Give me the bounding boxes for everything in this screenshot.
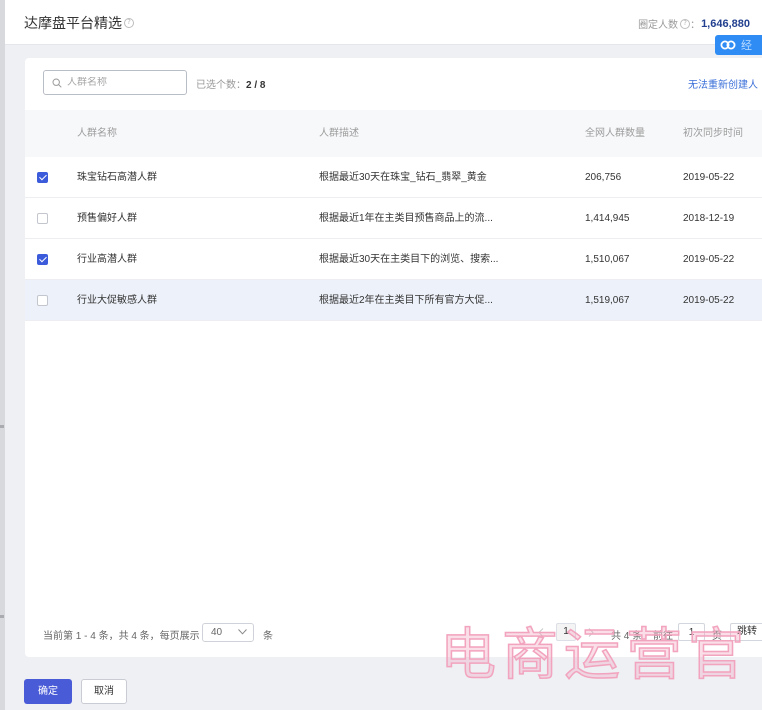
- column-header-desc: 人群描述: [319, 128, 359, 139]
- page-unit: 页: [712, 631, 722, 642]
- cancel-button[interactable]: 取消: [81, 679, 127, 704]
- crowd-count: 206,756: [585, 172, 622, 183]
- page-number-current[interactable]: 1: [556, 623, 576, 641]
- table-row[interactable]: 行业大促敏感人群 根据最近2年在主类目下所有官方大促... 1,519,067 …: [25, 280, 762, 321]
- row-checkbox[interactable]: [37, 254, 48, 265]
- crowd-sync-date: 2018-12-19: [683, 213, 735, 224]
- jump-button[interactable]: 跳转: [730, 623, 762, 641]
- pagination-summary: 当前第 1 - 4 条，共 4 条，每页展示: [43, 631, 200, 642]
- crowd-desc: 根据最近1年在主类目预售商品上的流...: [319, 213, 493, 224]
- picked-count: 已选个数：2 / 8: [196, 76, 265, 91]
- crowd-name: 预售偏好人群: [77, 213, 137, 224]
- crowd-selection-panel: 已选个数：2 / 8 无法重新创建人 人群名称 人群描述 全网人群数量 初次同步…: [25, 58, 762, 657]
- audience-value: 1,646,880: [701, 17, 750, 30]
- page-size-select[interactable]: 40: [202, 623, 254, 642]
- crowd-count: 1,414,945: [585, 213, 630, 224]
- chevron-left-icon[interactable]: [538, 628, 544, 637]
- crowd-sync-date: 2019-05-22: [683, 254, 735, 265]
- table-row[interactable]: 珠宝钻石高潜人群 根据最近30天在珠宝_钻石_翡翠_黄金 206,756 201…: [25, 157, 762, 198]
- search-input[interactable]: [67, 77, 177, 88]
- row-checkbox[interactable]: [37, 213, 48, 224]
- crowd-desc: 根据最近30天在珠宝_钻石_翡翠_黄金: [319, 172, 487, 183]
- audience-count: 圈定人数 ： 1,646,880: [638, 16, 750, 32]
- crowd-count: 1,519,067: [585, 295, 630, 306]
- recreate-crowd-link[interactable]: 无法重新创建人: [688, 76, 758, 91]
- column-header-count: 全网人群数量: [585, 128, 645, 139]
- dialog-title: 达摩盘平台精选: [24, 13, 134, 33]
- crowd-name: 行业大促敏感人群: [77, 295, 157, 306]
- crowd-name: 珠宝钻石高潜人群: [77, 172, 157, 183]
- chevron-down-icon: [238, 629, 247, 635]
- backdrop-mark: [0, 615, 4, 618]
- table-row[interactable]: 行业高潜人群 根据最近30天在主类目下的浏览、搜索... 1,510,067 2…: [25, 239, 762, 280]
- table-row[interactable]: 预售偏好人群 根据最近1年在主类目预售商品上的流... 1,414,945 20…: [25, 198, 762, 239]
- crowd-sync-date: 2019-05-22: [683, 295, 735, 306]
- search-box[interactable]: [43, 70, 187, 95]
- audience-separator: ：: [690, 20, 701, 31]
- goto-page-input[interactable]: [678, 623, 705, 641]
- row-checkbox[interactable]: [37, 295, 48, 306]
- help-icon[interactable]: [680, 18, 691, 29]
- dialog-title-text: 达摩盘平台精选: [24, 15, 122, 31]
- crowd-desc: 根据最近30天在主类目下的浏览、搜索...: [319, 254, 499, 265]
- dialog-header: 达摩盘平台精选 圈定人数 ： 1,646,880: [5, 0, 762, 45]
- crowd-desc: 根据最近2年在主类目下所有官方大促...: [319, 295, 493, 306]
- crowd-count: 1,510,067: [585, 254, 630, 265]
- column-header-name: 人群名称: [77, 128, 117, 139]
- picked-value: 2 / 8: [246, 80, 266, 91]
- search-icon: [52, 77, 62, 88]
- badge-text: 经: [741, 40, 752, 52]
- chevron-right-icon[interactable]: [588, 628, 594, 637]
- help-icon[interactable]: [124, 18, 134, 28]
- pagination-total: 共 4 条: [611, 631, 643, 642]
- row-checkbox[interactable]: [37, 172, 48, 183]
- column-header-date: 初次同步时间: [683, 128, 743, 139]
- confirm-button[interactable]: 确定: [24, 679, 72, 704]
- crowd-name: 行业高潜人群: [77, 254, 137, 265]
- backdrop-edge: [0, 0, 5, 710]
- table-header: 人群名称 人群描述 全网人群数量 初次同步时间: [25, 110, 762, 157]
- page-size-value: 40: [211, 627, 223, 638]
- page-size-unit: 条: [263, 631, 273, 642]
- cloud-link-icon: [720, 40, 736, 50]
- crowd-sync-date: 2019-05-22: [683, 172, 735, 183]
- backdrop-mark: [0, 425, 4, 428]
- goto-label: 前往: [653, 631, 673, 642]
- floating-badge[interactable]: 经: [715, 35, 762, 55]
- picked-label: 已选个数：: [196, 80, 246, 91]
- audience-label: 圈定人数: [638, 20, 679, 31]
